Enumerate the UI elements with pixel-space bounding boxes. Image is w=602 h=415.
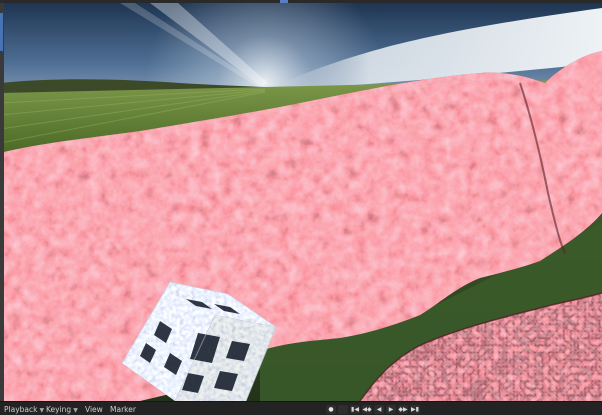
menu-view[interactable]: View	[85, 405, 103, 414]
menu-marker-label: Marker	[110, 405, 136, 414]
blender-window: Playback ▼ Keying ▼ View Marker ● ▮◀ ◀◆ ◀ …	[0, 0, 602, 415]
chevron-down-icon: ▼	[39, 407, 45, 414]
jump-to-start-icon[interactable]: ▮◀	[350, 404, 360, 414]
menu-playback-label: Playback	[4, 405, 38, 414]
previous-keyframe-icon[interactable]: ◀◆	[362, 404, 372, 414]
next-keyframe-icon[interactable]: ◆▶	[398, 404, 408, 414]
menu-keying-label: Keying	[46, 405, 72, 414]
timeline-header: Playback ▼ Keying ▼ View Marker ● ▮◀ ◀◆ ◀ …	[0, 401, 602, 415]
menu-marker[interactable]: Marker	[110, 405, 136, 414]
record-dot-icon[interactable]: ●	[326, 404, 336, 414]
3d-viewport[interactable]	[0, 3, 602, 401]
menu-playback[interactable]: Playback ▼	[4, 405, 44, 415]
chevron-down-icon: ▼	[73, 407, 78, 414]
jump-to-end-icon[interactable]: ▶▮	[410, 404, 420, 414]
menu-keying[interactable]: Keying ▼	[46, 405, 78, 415]
toolbar-tab[interactable]	[0, 13, 3, 51]
play-reverse-icon[interactable]: ◀	[374, 404, 384, 414]
playback-controls: ● ▮◀ ◀◆ ◀ ▶ ◆▶ ▶▮	[326, 404, 420, 414]
toolbar-edge	[0, 3, 4, 401]
play-icon[interactable]: ▶	[386, 404, 396, 414]
menu-view-label: View	[85, 405, 103, 414]
blank-slot	[338, 404, 348, 414]
